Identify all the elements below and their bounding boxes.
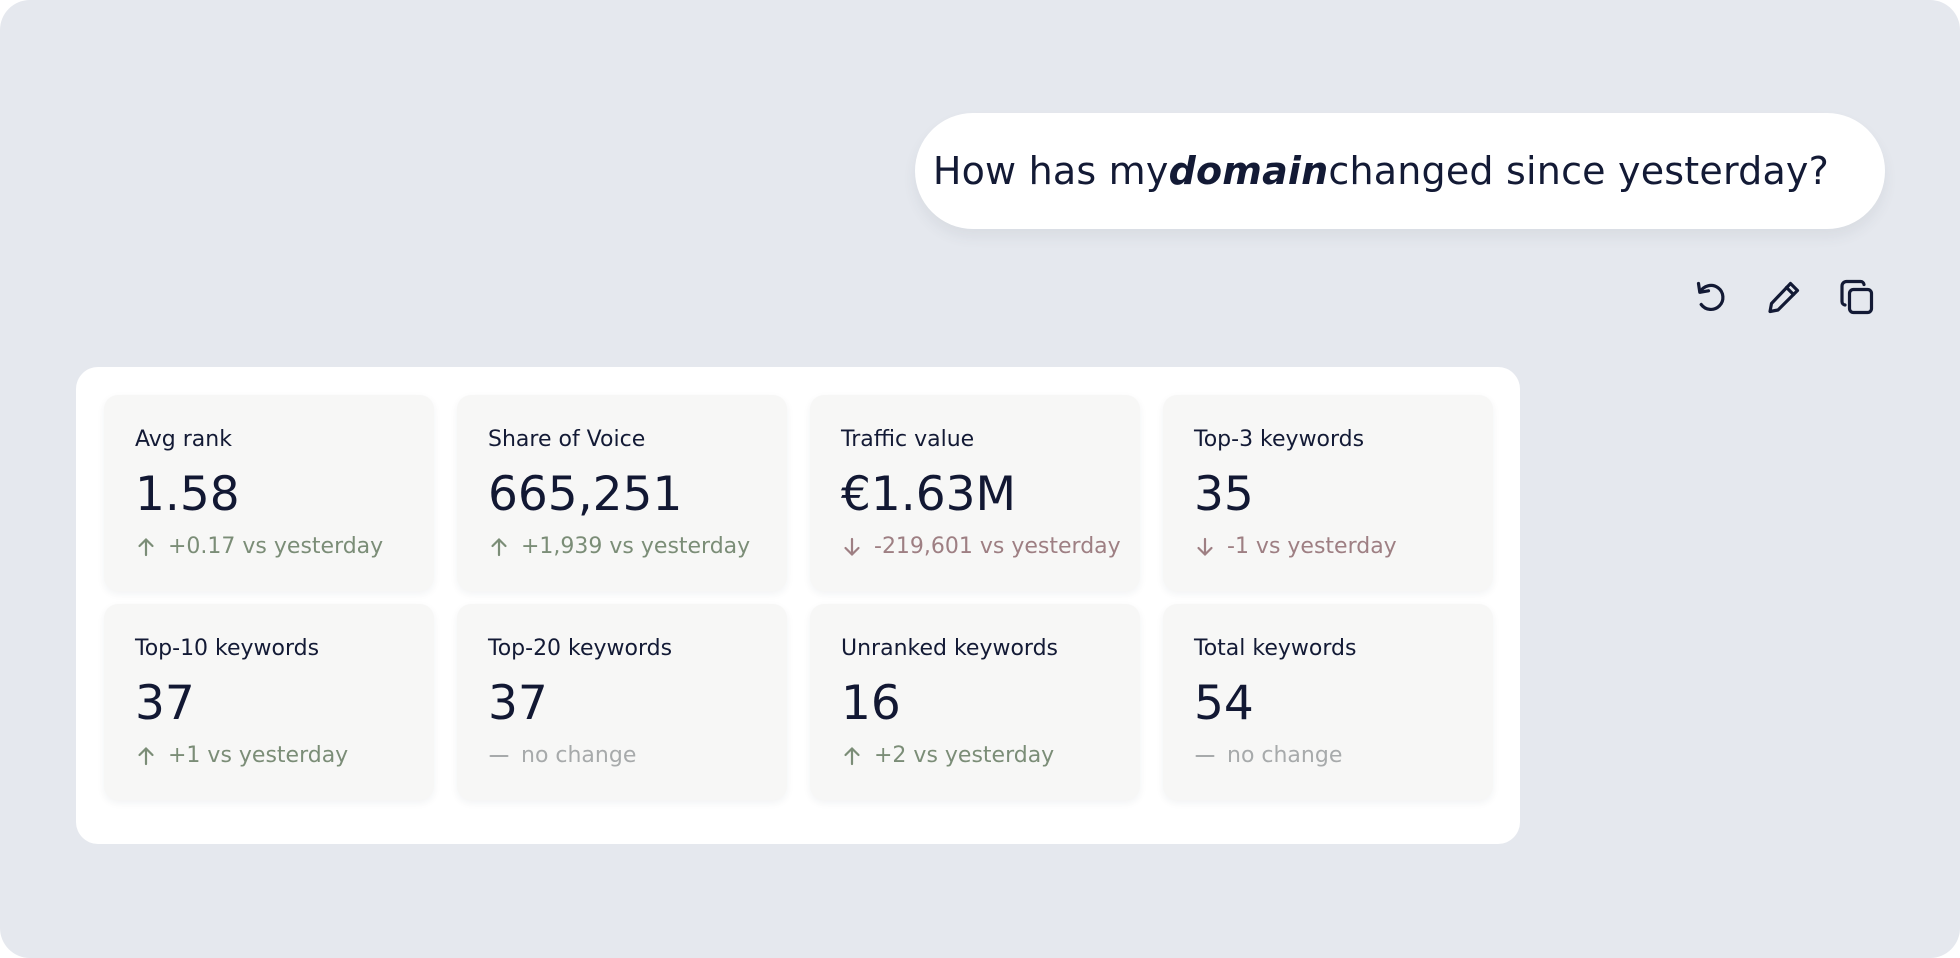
user-message-prefix: How has my: [932, 149, 1169, 193]
arrow-up-icon: [841, 745, 863, 767]
metric-value: 37: [488, 676, 548, 731]
arrow-down-icon: [841, 536, 863, 558]
metric-value: 1.58: [135, 467, 240, 522]
metric-card: Total keywords 54 no change: [1163, 604, 1493, 800]
metric-delta-text: no change: [1227, 743, 1343, 768]
metric-delta: -219,601 vs yesterday: [841, 533, 1140, 561]
metric-label: Share of Voice: [488, 427, 646, 452]
user-message-bubble: How has my domain changed since yesterda…: [915, 113, 1885, 229]
edit-button[interactable]: [1763, 276, 1805, 318]
copy-button[interactable]: [1836, 276, 1878, 318]
metric-delta-text: +2 vs yesterday: [874, 743, 1055, 768]
metric-card: Avg rank 1.58 +0.17 vs yesterday: [104, 395, 434, 591]
metric-delta-text: +1,939 vs yesterday: [521, 534, 751, 559]
arrow-down-icon: [1194, 536, 1216, 558]
metric-label: Traffic value: [841, 427, 975, 452]
user-message-emphasis: domain: [1168, 149, 1329, 193]
metric-delta-text: +1 vs yesterday: [168, 743, 349, 768]
metric-label: Total keywords: [1194, 636, 1357, 661]
metric-delta: no change: [488, 742, 787, 770]
metric-card: Share of Voice 665,251 +1,939 vs yesterd…: [457, 395, 787, 591]
metric-value: 37: [135, 676, 195, 731]
copy-icon: [1840, 279, 1874, 315]
user-message-suffix: changed since yesterday?: [1328, 149, 1829, 193]
metric-value: 16: [841, 676, 901, 731]
metric-delta: +1 vs yesterday: [135, 742, 434, 770]
regenerate-button[interactable]: [1690, 276, 1732, 318]
metric-label: Top-3 keywords: [1194, 427, 1365, 452]
metric-card: Traffic value €1.63M -219,601 vs yesterd…: [810, 395, 1140, 591]
refresh-icon: [1696, 281, 1725, 312]
metric-delta-text: no change: [521, 743, 637, 768]
chat-canvas: How has my domain changed since yesterda…: [0, 0, 1960, 958]
metric-label: Unranked keywords: [841, 636, 1059, 661]
metric-value: €1.63M: [841, 467, 1017, 522]
metric-label: Top-20 keywords: [488, 636, 673, 661]
arrow-up-icon: [135, 536, 157, 558]
dash-icon: [1194, 745, 1216, 767]
metric-value: 665,251: [488, 467, 683, 522]
metric-delta: -1 vs yesterday: [1194, 533, 1493, 561]
message-actions: [1690, 276, 1878, 318]
metric-card: Top-10 keywords 37 +1 vs yesterday: [104, 604, 434, 800]
metric-delta: no change: [1194, 742, 1493, 770]
metrics-panel: Avg rank 1.58 +0.17 vs yesterday Share o…: [76, 367, 1520, 844]
metric-value: 35: [1194, 467, 1254, 522]
arrow-up-icon: [488, 536, 510, 558]
metric-delta-text: -219,601 vs yesterday: [874, 534, 1121, 559]
metric-delta-text: +0.17 vs yesterday: [168, 534, 384, 559]
pencil-icon: [1768, 281, 1800, 314]
metric-label: Avg rank: [135, 427, 232, 452]
metric-card: Top-3 keywords 35 -1 vs yesterday: [1163, 395, 1493, 591]
metric-value: 54: [1194, 676, 1254, 731]
metric-label: Top-10 keywords: [135, 636, 320, 661]
metric-delta: +1,939 vs yesterday: [488, 533, 787, 561]
arrow-up-icon: [135, 745, 157, 767]
metric-card: Top-20 keywords 37 no change: [457, 604, 787, 800]
dash-icon: [488, 745, 510, 767]
metric-delta-text: -1 vs yesterday: [1227, 534, 1397, 559]
metric-delta: +2 vs yesterday: [841, 742, 1140, 770]
metric-card: Unranked keywords 16 +2 vs yesterday: [810, 604, 1140, 800]
metric-delta: +0.17 vs yesterday: [135, 533, 434, 561]
